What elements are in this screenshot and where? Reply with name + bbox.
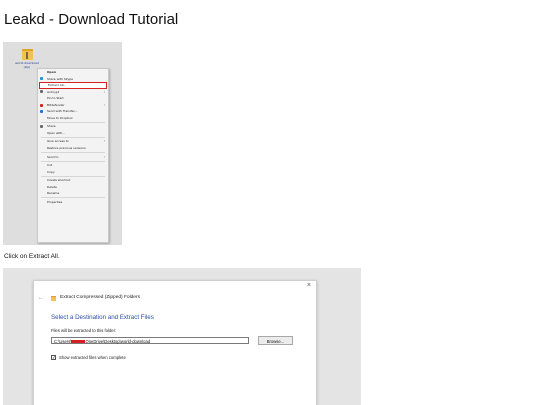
share-icon [40, 125, 43, 129]
show-files-label: Show extracted files when complete [59, 355, 126, 360]
context-menu-item-label: AxCrypt [47, 89, 60, 94]
context-menu-item-label: Send with Transfer... [47, 109, 78, 114]
show-files-checkbox[interactable]: ✓ [51, 355, 56, 360]
context-menu-item[interactable]: Restore previous versions [38, 145, 108, 152]
context-menu-item-label: Share with Skype [47, 76, 73, 81]
page-title: Leakd - Download Tutorial [4, 11, 179, 28]
transfer-icon [40, 110, 43, 114]
extract-dialog-screenshot: × ← Extract Compressed (Zipped) Folders … [3, 268, 361, 405]
step-caption: Click on Extract All. [4, 253, 60, 260]
context-menu-item-label: Create shortcut [47, 178, 71, 183]
dialog-heading: Select a Destination and Extract Files [51, 314, 154, 321]
bitdefender-icon [40, 103, 43, 107]
path-value: C:\Users\ OneDrive\Desktop\world-download [54, 339, 150, 344]
context-menu-item-label: Bitdefender [47, 102, 65, 107]
context-menu-item-label: Open [47, 70, 56, 74]
context-menu-item[interactable]: Properties [38, 199, 108, 206]
context-menu-item[interactable]: Open with... [38, 130, 108, 137]
zip-folder-item[interactable]: world-download (zip) [14, 49, 40, 69]
destination-path-input[interactable]: C:\Users\ OneDrive\Desktop\world-download [51, 337, 249, 344]
context-menu-item[interactable]: Move to Dropbox [38, 115, 108, 122]
context-menu-item-label: Restore previous versions [47, 146, 86, 151]
context-menu-item-label: Send to [47, 154, 59, 159]
context-menu-item-label: Rename [47, 191, 60, 196]
dialog-title: Extract Compressed (Zipped) Folders [60, 295, 140, 300]
zip-folder-icon [51, 296, 56, 301]
context-menu-item-label: Pin to Start [47, 96, 64, 101]
chevron-right-icon: › [103, 154, 105, 159]
destination-label: Files will be extracted to this folder: [51, 328, 117, 333]
path-prefix: C:\Users\ [54, 338, 72, 344]
context-menu-item-label: Give access to [47, 139, 69, 144]
context-menu-item-label: Copy [47, 169, 55, 174]
context-menu-item-label: Properties [47, 199, 63, 204]
back-arrow-icon[interactable]: ← [38, 295, 44, 301]
context-menu-item-label: Cut [47, 163, 53, 168]
context-menu-item-label: Delete [47, 184, 57, 189]
context-menu-item[interactable]: Send to › [38, 154, 108, 161]
zip-stripe-icon [26, 52, 28, 59]
close-icon[interactable]: × [307, 282, 311, 289]
context-menu: Open Share with Skype Extract All... AxCryp… [37, 68, 109, 243]
skype-icon [40, 77, 43, 81]
context-menu-item[interactable]: Copy [38, 169, 108, 176]
extract-dialog: × ← Extract Compressed (Zipped) Folders … [33, 280, 317, 405]
context-menu-item-label: Move to Dropbox [47, 115, 73, 120]
context-menu-item-label: Open with... [47, 130, 66, 135]
context-menu-screenshot: world-download (zip) Open Share with Skyp… [3, 42, 122, 245]
redacted-username [71, 339, 86, 344]
browse-button[interactable]: Browse... [258, 336, 293, 345]
path-suffix: OneDrive\Desktop\world-download [85, 338, 151, 344]
context-menu-item[interactable]: Rename [38, 190, 108, 197]
context-menu-item-label: Share [47, 124, 56, 129]
axcrypt-icon [40, 90, 43, 94]
context-menu-item-label: Extract All... [48, 83, 67, 88]
